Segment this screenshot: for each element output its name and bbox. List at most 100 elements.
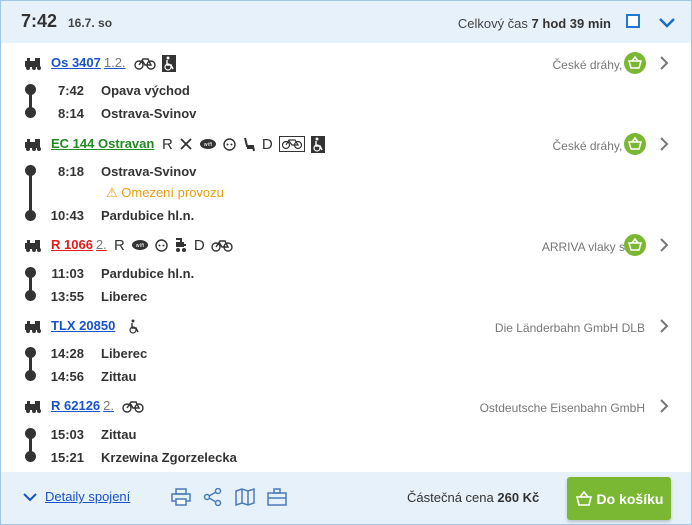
stop-dot [25, 107, 36, 118]
stop-station: Pardubice hl.n. [101, 266, 195, 281]
briefcase-icon[interactable] [267, 488, 287, 506]
stop-station: Ostrava-Svinov [101, 164, 197, 179]
train-name[interactable]: R 1066 [51, 237, 93, 252]
price-label: Částečná cena [407, 490, 494, 505]
stop-station: Opava východ [101, 83, 190, 98]
basket-icon[interactable] [624, 133, 646, 155]
svg-text:wifi: wifi [136, 243, 145, 249]
bicycle-icon [134, 58, 156, 70]
stop-dot [25, 84, 36, 95]
bicycle-box-icon [278, 136, 305, 152]
restaurant-icon [180, 138, 192, 150]
amenities [134, 52, 176, 74]
train-icon [25, 139, 41, 151]
amenities [122, 395, 144, 417]
train-class: 1.2. [103, 55, 126, 70]
stop-time: 8:14 [57, 106, 84, 121]
train-link[interactable]: EC 144 Ostravan [51, 136, 154, 151]
stop-station: Liberec [101, 346, 148, 361]
operator-name: Die Länderbahn GmbH DLB [494, 321, 645, 335]
basket-icon[interactable] [624, 234, 646, 256]
reservation-letter: R [114, 236, 125, 254]
stop-time: 15:03 [50, 427, 84, 442]
select-checkbox[interactable] [626, 14, 640, 28]
service-warning[interactable]: ⚠ Omezení provozu [106, 185, 224, 201]
stop-time: 11:03 [51, 266, 84, 281]
partial-price: Částečná cena 260 Kč [407, 490, 539, 505]
chevron-right-icon[interactable] [659, 399, 669, 413]
bicycle-icon [122, 401, 144, 413]
total-time: Celkový čas 7 hod 39 min [458, 16, 611, 31]
stop-time: 8:18 [57, 164, 84, 179]
chevron-right-icon[interactable] [659, 137, 669, 151]
departure-date: 16.7. so [68, 16, 113, 30]
warning-text[interactable]: Omezení provozu [121, 185, 224, 200]
connection-header[interactable]: 7:42 16.7. so Celkový čas 7 hod 39 min [1, 1, 691, 43]
stop-dot [25, 210, 36, 221]
train-link[interactable]: R 62126 2. [51, 398, 114, 413]
stop-time: 7:42 [57, 83, 84, 98]
dining-letter: D [261, 135, 273, 153]
total-time-value: 7 hod 39 min [531, 16, 611, 31]
toolbar [171, 488, 287, 506]
chevron-right-icon[interactable] [659, 319, 669, 333]
stop-dot [25, 290, 36, 301]
stop-dot [25, 451, 36, 462]
train-icon [25, 401, 41, 413]
train-class: 2. [95, 237, 107, 252]
price-value: 260 Kč [497, 490, 540, 505]
stop-station: Zittau [101, 369, 137, 384]
segment-r-62126: R 62126 2. Ostdeutsche Eisenbahn GmbH 15:… [1, 395, 691, 471]
stop-dot [25, 347, 36, 358]
train-icon [25, 240, 41, 252]
stop-dot [25, 370, 36, 381]
connection-footer: Detaily spojení Částečná cena 260 Kč Do … [1, 472, 691, 524]
chevron-right-icon[interactable] [659, 56, 669, 70]
operator-name: Ostdeutsche Eisenbahn GmbH [479, 401, 645, 415]
train-icon [25, 58, 41, 70]
power-outlet-icon [155, 238, 168, 252]
train-link[interactable]: Os 3407 1.2. [51, 55, 126, 70]
wifi-icon: wifi [131, 240, 148, 250]
add-to-cart-label[interactable]: Do košíku [597, 491, 664, 507]
stop-dot [25, 165, 36, 176]
chevron-right-icon[interactable] [659, 238, 669, 252]
stop-station: Ostrava-Svinov [101, 106, 197, 121]
share-icon[interactable] [203, 488, 223, 506]
details-label[interactable]: Detaily spojení [45, 489, 130, 504]
stop-time: 10:43 [50, 208, 84, 223]
stop-time: 13:55 [50, 289, 84, 304]
route-line [29, 175, 32, 215]
total-time-label: Celkový čas [457, 16, 528, 31]
wheelchair-icon [310, 135, 325, 153]
train-name[interactable]: EC 144 Ostravan [51, 136, 154, 151]
train-name[interactable]: Os 3407 [51, 55, 101, 70]
amenities: R wifi D [114, 234, 233, 256]
train-link[interactable]: TLX 20850 [51, 318, 115, 333]
train-name[interactable]: TLX 20850 [51, 318, 115, 333]
warning-icon: ⚠ [106, 185, 118, 200]
train-name[interactable]: R 62126 [51, 398, 100, 413]
train-link[interactable]: R 1066 2. [51, 237, 107, 252]
wheelchair-icon [129, 319, 139, 334]
connection-card: 7:42 16.7. so Celkový čas 7 hod 39 min O… [0, 0, 692, 525]
basket-icon[interactable] [624, 52, 646, 74]
departure-time: 7:42 [21, 11, 58, 31]
stop-station: Liberec [101, 289, 148, 304]
bicycle-icon [210, 240, 233, 252]
add-to-cart-button[interactable]: Do košíku [567, 477, 671, 520]
train-icon [25, 321, 41, 333]
svg-text:wifi: wifi [204, 142, 213, 148]
chevron-up-icon[interactable] [657, 12, 677, 32]
print-icon[interactable] [171, 488, 191, 506]
stroller-icon [175, 237, 186, 252]
stop-station: Zittau [101, 427, 137, 442]
details-link[interactable]: Detaily spojení [23, 489, 130, 504]
segment-ec-144: EC 144 Ostravan R wifi D České dráhy, a.… [1, 133, 691, 229]
segment-os-3407: Os 3407 1.2. České dráhy, a.s. 7:42 Opava… [1, 52, 691, 128]
seat-icon [243, 137, 255, 151]
stop-time: 15:21 [50, 450, 84, 465]
reservation-letter: R [162, 135, 173, 153]
map-icon[interactable] [235, 488, 255, 506]
chevron-down-icon [23, 492, 37, 501]
